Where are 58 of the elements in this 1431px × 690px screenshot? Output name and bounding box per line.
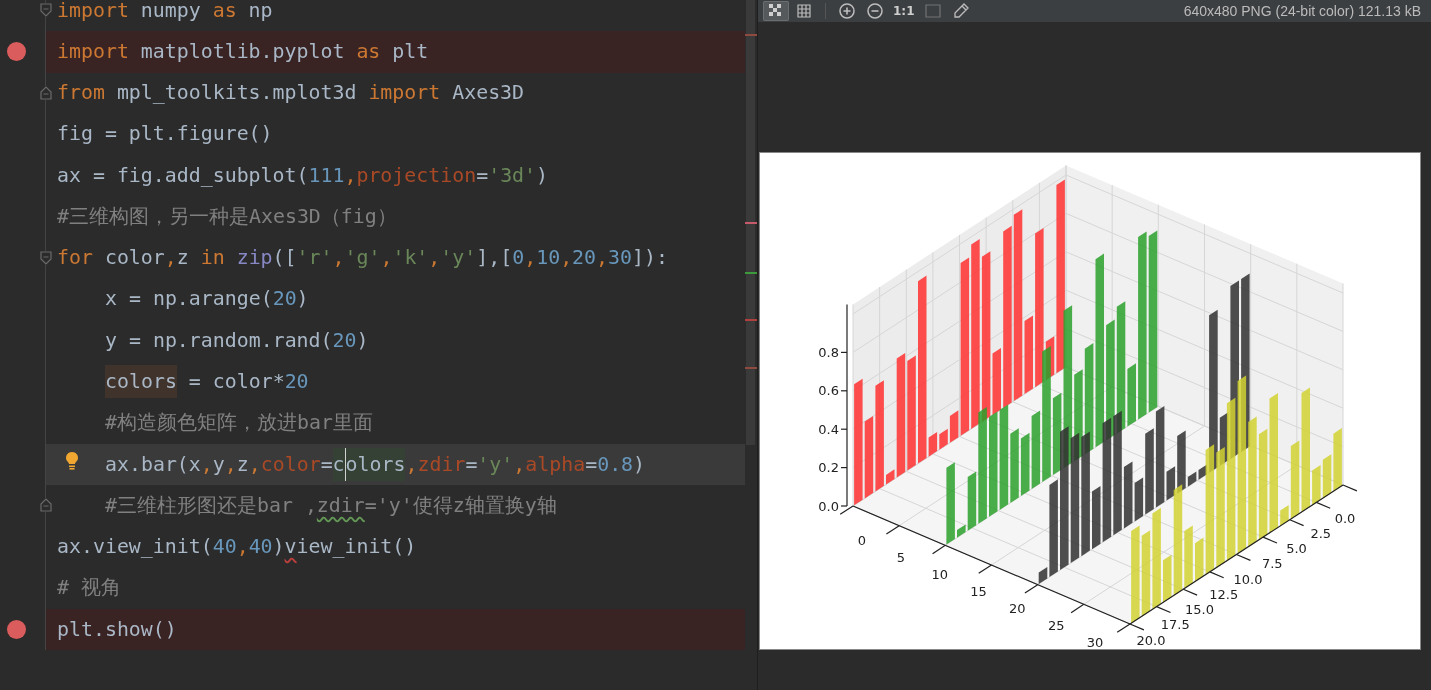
tick-label: 0.4 — [818, 421, 839, 437]
checkerboard-button[interactable] — [763, 1, 789, 21]
bar — [1322, 454, 1332, 499]
code-text: #三维构图，另一种是Axes3D（fig） — [57, 203, 397, 230]
bar — [1020, 432, 1030, 496]
code-text: for color,z in zip(['r','g','k','y'],[0,10,20,30]): — [57, 245, 668, 272]
code-text: # 视角 — [57, 575, 121, 602]
code-text: x = np.arange(20) — [105, 286, 309, 313]
tick-label: 5.0 — [1286, 541, 1307, 556]
fold-icon[interactable] — [40, 3, 52, 17]
grid-icon — [797, 4, 811, 18]
tick-label: 20.0 — [1136, 632, 1166, 648]
code-text: import matplotlib.pyplot as plt — [57, 38, 429, 65]
code-text: colors = color*20 — [105, 367, 309, 397]
code-text: ax = fig.add_subplot(111,projection='3d') — [57, 162, 549, 189]
scrollbar-thumb[interactable] — [746, 0, 755, 445]
tick-label: 0.0 — [818, 498, 839, 514]
actual-size-button[interactable]: 1:1 — [890, 1, 918, 21]
frame-icon — [924, 4, 941, 18]
code-text: from mpl_toolkits.mplot3d import Axes3D — [57, 80, 525, 107]
tick-label: 10.0 — [1233, 571, 1263, 587]
tick-label: 0.0 — [1334, 510, 1356, 526]
image-info-text: 640x480 PNG (24-bit color) 121.13 kB — [1183, 3, 1421, 19]
tick-label: 15 — [970, 583, 987, 599]
code-text: plt.show() — [57, 616, 177, 643]
tick-label: 12.5 — [1209, 586, 1239, 602]
tick-label: 10 — [931, 566, 948, 582]
bar — [1312, 465, 1321, 506]
code-text: import numpy as np — [57, 0, 273, 24]
fold-icon[interactable] — [40, 498, 52, 513]
tick-label: 2.5 — [1310, 525, 1332, 541]
zoom-out-icon — [867, 3, 883, 19]
tick-label: 7.5 — [1261, 556, 1283, 572]
tick-label: 0.6 — [818, 383, 839, 399]
tick-label: 0 — [857, 532, 867, 548]
code-text: y = np.random.rand(20) — [105, 327, 369, 354]
code-text: fig = plt.figure() — [57, 121, 273, 148]
tick-label: 0.8 — [818, 344, 839, 360]
zoom-in-icon — [839, 3, 855, 19]
breakpoint-icon[interactable] — [7, 42, 26, 62]
code-text: ax.view_init(40,40)view_init() — [57, 534, 417, 561]
tick-label: 17.5 — [1160, 617, 1190, 633]
tick-label: 30 — [1086, 634, 1104, 649]
checkerboard-icon — [769, 4, 783, 18]
fold-icon[interactable] — [40, 250, 52, 265]
tick-label: 0.2 — [818, 460, 839, 476]
eyedropper-icon — [952, 3, 969, 19]
tick-label: 5 — [896, 549, 905, 565]
code-text: #构造颜色矩阵，放进bar里面 — [105, 410, 373, 437]
lightbulb-icon[interactable] — [65, 450, 79, 471]
tick-label: 25 — [1047, 617, 1065, 633]
code-text: #三维柱形图还是bar ,zdir='y'使得z轴置换y轴 — [105, 492, 557, 519]
tick-label: 15.0 — [1185, 602, 1214, 617]
tick-label: 20 — [1009, 600, 1026, 616]
breakpoint-icon[interactable] — [7, 620, 26, 639]
fold-icon[interactable] — [40, 85, 52, 100]
code-text: ax.bar(x,y,z,color=c olors,zdir='y',alpha=0.8) — [105, 449, 646, 480]
bar — [1333, 428, 1342, 492]
